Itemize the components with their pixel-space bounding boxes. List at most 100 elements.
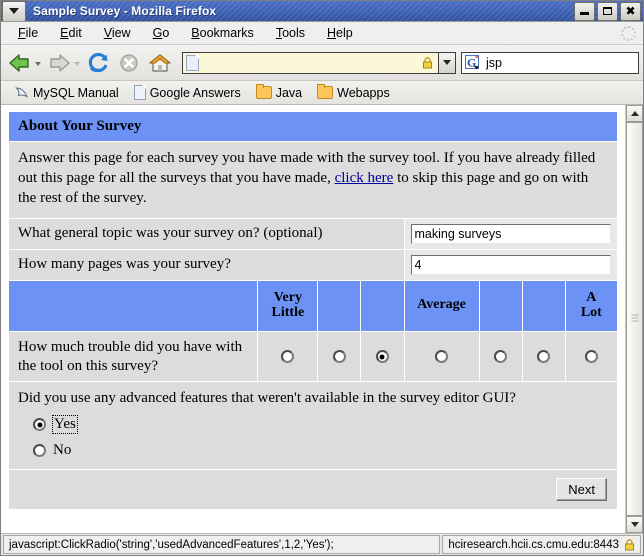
bookmark-java[interactable]: Java [250, 84, 308, 102]
menu-file-label: ile [25, 26, 39, 40]
scale-radio-cell-2[interactable] [317, 330, 362, 383]
search-input[interactable] [484, 54, 644, 71]
menu-view-mnemonic: V [103, 26, 112, 40]
bookmark-mysql-manual[interactable]: MySQL Manual [9, 84, 125, 102]
intro-paragraph: Answer this page for each survey you hav… [8, 141, 618, 219]
folder-icon [255, 84, 272, 99]
menu-edit[interactable]: Edit [49, 24, 93, 42]
pages-input-cell [403, 248, 618, 281]
scale-radio-cell-6[interactable] [521, 330, 566, 383]
scale-radio-7[interactable] [584, 350, 598, 364]
yesno-option-yes[interactable]: Yes [33, 415, 608, 435]
heading-row: About Your Survey [8, 111, 618, 142]
dolphin-icon [15, 87, 28, 98]
menu-tools[interactable]: Tools [265, 24, 316, 42]
scale-radio-cell-1[interactable] [257, 330, 319, 383]
scrollbar-thumb[interactable] [626, 122, 643, 516]
window-menu-button[interactable] [2, 1, 26, 21]
menu-file[interactable]: File [7, 24, 49, 42]
scroll-down-button[interactable] [626, 516, 643, 533]
scale-radio-cell-4[interactable] [403, 330, 480, 383]
scale-radio-cell-3[interactable] [360, 330, 405, 383]
maximize-button[interactable] [597, 1, 618, 21]
survey-form-table: About Your Survey Answer this page for e… [7, 111, 619, 511]
reload-icon [88, 52, 108, 72]
topic-input[interactable] [410, 223, 611, 244]
status-bar: javascript:ClickRadio('string','usedAdva… [1, 533, 643, 555]
menu-go-label: o [162, 26, 170, 40]
status-security-host: hciresearch.hcii.cs.cmu.edu:8443 [448, 538, 619, 551]
bookmark-label: MySQL Manual [33, 85, 119, 100]
status-security-panel[interactable]: hciresearch.hcii.cs.cmu.edu:8443 [442, 535, 641, 554]
survey-page: About Your Survey Answer this page for e… [1, 105, 625, 533]
menu-view[interactable]: View [93, 24, 142, 42]
bookmark-google-answers[interactable]: Google Answers [128, 83, 247, 102]
minimize-button[interactable] [574, 1, 595, 21]
scale-radio-6[interactable] [537, 350, 551, 364]
forward-dropdown-icon [74, 62, 80, 66]
address-dropdown-button[interactable] [438, 51, 456, 74]
address-bar[interactable] [182, 51, 456, 74]
content-area: About Your Survey Answer this page for e… [1, 105, 643, 533]
menu-help[interactable]: Help [316, 24, 364, 42]
yesno-label-yes: Yes [52, 415, 78, 435]
stop-button [114, 50, 144, 76]
home-button[interactable] [145, 50, 175, 76]
back-button[interactable] [5, 50, 43, 76]
bookmark-label: Webapps [337, 85, 390, 100]
lock-icon [423, 56, 432, 68]
next-button[interactable]: Next [556, 478, 607, 502]
address-input[interactable] [203, 54, 422, 71]
bookmarks-toolbar: MySQL Manual Google Answers Java Webapps [1, 81, 643, 105]
yesno-block: Did you use any advanced features that w… [8, 381, 618, 471]
address-input-wrapper[interactable] [182, 51, 438, 74]
maximize-icon [603, 7, 612, 15]
status-message: javascript:ClickRadio('string','usedAdva… [3, 535, 441, 554]
scale-radio-1[interactable] [281, 350, 295, 364]
yesno-option-no[interactable]: No [33, 442, 608, 459]
close-button[interactable]: ✖ [620, 1, 641, 21]
scale-question-row: How much trouble did you have with the t… [7, 330, 619, 383]
scale-radio-cell-7[interactable] [564, 330, 619, 383]
scale-radio-4[interactable] [435, 350, 449, 364]
question-label-pages: How many pages was your survey? [8, 248, 405, 281]
bookmark-label: Java [275, 85, 303, 100]
yesno-question: Did you use any advanced features that w… [18, 390, 516, 407]
yesno-radio-no[interactable] [33, 444, 46, 458]
scale-radio-5[interactable] [494, 350, 508, 364]
scroll-up-button[interactable] [626, 105, 643, 122]
home-icon [149, 53, 171, 72]
footer-cell: Next [8, 469, 618, 511]
scale-question-label: How much trouble did you have with the t… [7, 330, 259, 383]
menu-bookmarks[interactable]: Bookmarks [180, 24, 265, 42]
bookmark-webapps[interactable]: Webapps [311, 84, 396, 102]
yesno-radio-yes[interactable] [33, 418, 46, 432]
yesno-label-no: No [53, 442, 72, 459]
scale-header-average: Average [403, 279, 480, 332]
window-controls: ✖ [574, 1, 641, 21]
question-label-topic: What general topic was your survey on? (… [8, 217, 405, 250]
reload-button[interactable] [83, 50, 113, 76]
menu-edit-label: dit [68, 26, 82, 40]
scale-header-a-lot: A Lot [564, 279, 619, 332]
menu-file-mnemonic: F [18, 26, 26, 40]
scale-radio-cell-5[interactable] [478, 330, 523, 383]
lock-icon [625, 538, 634, 550]
back-arrow-icon [9, 53, 29, 72]
back-dropdown-icon[interactable] [35, 62, 41, 66]
vertical-scrollbar[interactable] [625, 105, 643, 533]
scale-header-6 [521, 279, 566, 332]
search-bar[interactable]: G [461, 51, 644, 74]
scrollbar-track[interactable] [626, 122, 643, 516]
scale-radio-3[interactable] [375, 350, 389, 364]
document-icon [133, 85, 146, 100]
scale-header-blank-left [7, 279, 259, 332]
menu-go[interactable]: Go [142, 24, 181, 42]
minimize-icon [580, 12, 589, 15]
scale-radio-2[interactable] [332, 350, 346, 364]
throbber-icon [621, 26, 636, 41]
triangle-down-icon [630, 522, 639, 527]
page-title: About Your Survey [8, 111, 618, 142]
skip-page-link[interactable]: click here [335, 170, 394, 186]
pages-input[interactable] [410, 254, 611, 275]
